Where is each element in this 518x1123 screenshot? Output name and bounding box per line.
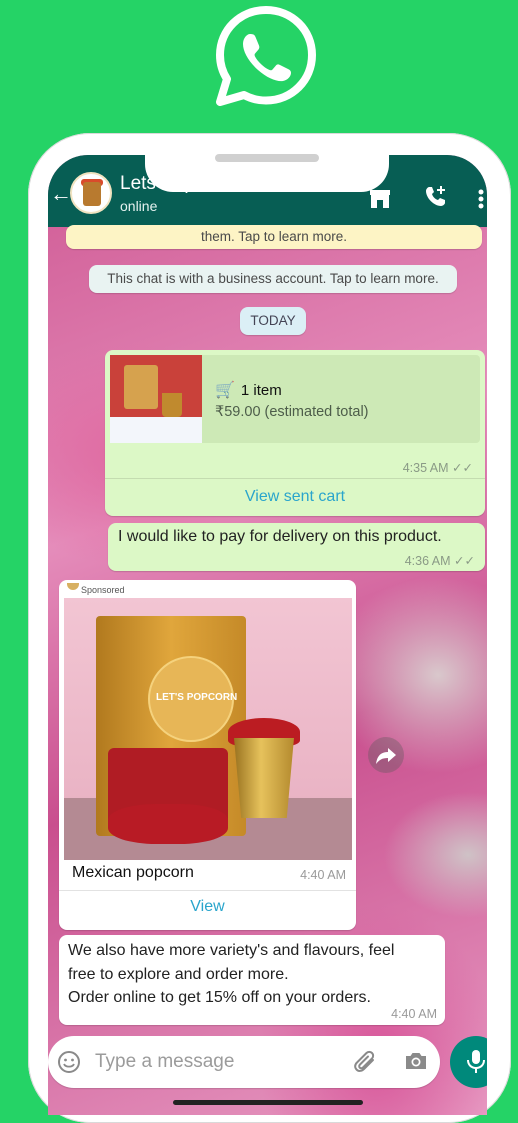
cart-icon: 🛒: [215, 382, 235, 399]
forward-icon: [376, 748, 396, 764]
camera-icon[interactable]: [404, 1050, 428, 1072]
bag-brand-text: LET'S POPCORN: [156, 692, 238, 703]
attach-icon[interactable]: [353, 1049, 379, 1075]
forward-button[interactable]: [368, 737, 404, 773]
chat-screen: ← Lets Popcorn UAE online them. Tap to l…: [48, 155, 487, 1115]
divider: [59, 890, 356, 891]
message-composer: Type a message: [48, 1036, 440, 1088]
avatar[interactable]: [70, 172, 112, 214]
outgoing-message[interactable]: I would like to pay for delivery on this…: [108, 523, 485, 571]
incoming-message[interactable]: We also have more variety's and flavours…: [59, 935, 445, 1025]
emoji-icon[interactable]: [57, 1050, 81, 1074]
message-text: We also have more variety's and flavours…: [68, 942, 395, 1006]
sponsored-product-message[interactable]: Sponsored LET'S POPCORN Mexican popcorn …: [59, 580, 356, 930]
store-icon[interactable]: [369, 189, 391, 209]
more-vertical-icon[interactable]: [478, 189, 484, 209]
business-account-notice[interactable]: This chat is with a business account. Ta…: [89, 265, 457, 293]
message-time: 4:36 AM ✓✓: [404, 554, 475, 568]
message-time: 4:40 AM: [300, 868, 346, 882]
sponsored-label: Sponsored: [81, 585, 125, 595]
phone-notch: [145, 140, 389, 192]
message-input[interactable]: Type a message: [95, 1051, 234, 1073]
home-indicator: [173, 1100, 363, 1105]
back-arrow-icon[interactable]: ←: [50, 183, 72, 205]
mic-button[interactable]: [450, 1036, 487, 1088]
add-call-icon[interactable]: [424, 184, 448, 208]
message-time: 4:35 AM ✓✓: [402, 461, 473, 475]
divider: [105, 478, 485, 479]
view-button[interactable]: View: [59, 898, 356, 916]
cart-message[interactable]: 🛒 1 item ₹59.00 (estimated total) 4:35 AM…: [105, 350, 485, 516]
cart-total: ₹59.00 (estimated total): [215, 404, 369, 420]
read-ticks-icon: ✓✓: [454, 554, 475, 568]
view-sent-cart-button[interactable]: View sent cart: [105, 488, 485, 506]
brand-logo-icon: [67, 583, 79, 590]
contact-status: online: [120, 198, 158, 214]
cart-item-count: 🛒 1 item: [215, 382, 282, 399]
mic-icon: [467, 1050, 485, 1073]
message-time: 4:40 AM: [391, 1007, 437, 1021]
date-divider: TODAY: [240, 307, 306, 335]
encryption-notice[interactable]: them. Tap to learn more.: [66, 225, 482, 249]
whatsapp-logo-icon: [216, 6, 316, 106]
product-image[interactable]: LET'S POPCORN: [64, 598, 352, 860]
cart-thumbnail: [110, 355, 202, 443]
read-ticks-icon: ✓✓: [452, 461, 473, 475]
message-text: I would like to pay for delivery on this…: [118, 528, 442, 545]
product-name: Mexican popcorn: [72, 864, 194, 881]
